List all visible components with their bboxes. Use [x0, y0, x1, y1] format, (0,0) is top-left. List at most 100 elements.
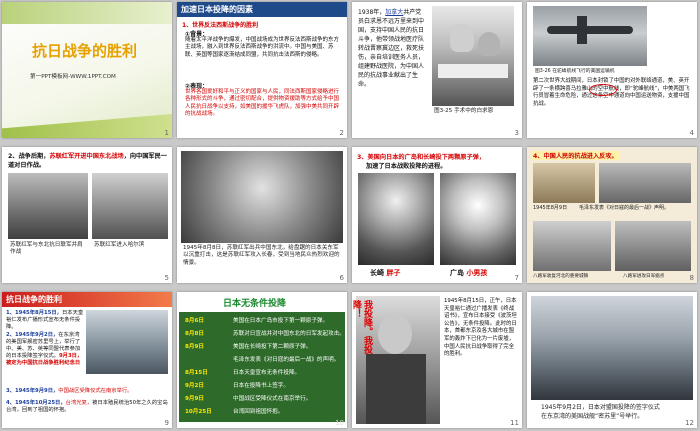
slide-7-heading-2: 加速了日本战败投降的进程。	[366, 163, 447, 170]
slide-6-caption: 1945年8月8日，苏联红军出兵中国东北，给盘踞的日本关东军以沉重打击，这是苏联…	[183, 245, 340, 266]
slide-12-caption-1: 1945年9月2日，日本对盟国投降的签字仪式	[541, 404, 660, 411]
slide-8-caption-3: 八路军收复河北的重要城镇	[533, 274, 589, 279]
slide-number: 3	[514, 129, 519, 137]
item-4-date: 4、1945年10月25日，	[6, 400, 66, 406]
timeline-table: 8月6日 美国在日本广岛市投下第一颗原子弹。 8月8日 苏联对日宣战并对中国东北的日军…	[179, 312, 345, 422]
soldiers-photo-1	[8, 173, 88, 239]
slide-12[interactable]: 1945年9月2日，日本对盟国投降的签字仪式 在东京湾的美国战舰“密苏里”号举行…	[527, 292, 697, 428]
slide-5-heading-red: 苏联红军开进中国东北战场	[49, 153, 124, 160]
slide-number: 12	[685, 419, 694, 427]
army-city-photo	[533, 221, 611, 271]
timeline-date: 8月15日	[185, 370, 208, 376]
slide-9-item-2: 2、1945年9月2日，在东京湾的美国军舰密苏里号上，举行了中、美、苏、英等同盟…	[6, 332, 84, 367]
mushroom-cloud-nagasaki	[358, 173, 434, 265]
timeline-row: 9月2日 日本在投降书上签字。	[181, 381, 345, 391]
slide-number: 7	[514, 274, 519, 282]
surrender-sign: 我投降。我投降！	[352, 300, 372, 354]
mushroom-cloud-hiroshima	[440, 173, 516, 265]
slide-number: 5	[164, 274, 169, 282]
soldiers-photo-2	[92, 173, 168, 239]
slide-4-caption: 图3-26 在驼峰航线飞行的美国运输机	[535, 69, 615, 74]
slide-2[interactable]: 加速日本投降的因素 1、世界反法西斯战争的胜利 ①背景： 随着太平洋战争的爆发，…	[177, 2, 347, 138]
timeline-event: 中国战区受降仪式在南京举行。	[233, 396, 312, 402]
timeline-event: 台湾回到祖国怀抱。	[233, 409, 284, 415]
timeline-event: 毛泽东发表《对日寇的最后一战》的声明。	[233, 357, 340, 363]
nagasaki-name: 长崎	[370, 269, 384, 277]
slide-1[interactable]: 抗日战争的胜利 第一PPT模板网-WWW.1PPT.COM 1	[2, 2, 172, 138]
slide-5-caption-2: 苏联红军进入哈尔滨	[94, 242, 145, 248]
slide-8-date: 1945年8月9日	[533, 205, 568, 211]
timeline-row: 9月9日 中国战区受降仪式在南京举行。	[181, 394, 345, 404]
timeline-row: 8月8日 苏联对日宣战并对中国东北的日军发起攻击。	[181, 329, 345, 339]
timeline-row: 10月25日 台湾回到祖国怀抱。	[181, 407, 345, 417]
crowd-photo	[181, 151, 343, 243]
slide-3-para: 1938年，加拿大共产党员白求恩不远万里来到中国，支持中国人民的抗日斗争，他带领…	[358, 8, 426, 89]
slide-5-heading-a: 2、战争后期，	[8, 153, 50, 160]
slide-4[interactable]: 图3-26 在驼峰航线飞行的美国运输机 第二次世界大战期间，日本封锁了中国的对外…	[527, 2, 697, 138]
airplane-photo	[533, 6, 647, 66]
timeline-date: 10月25日	[185, 409, 212, 415]
timeline-date: 8月8日	[185, 331, 204, 337]
slide-3-caption: 图3-25 手术中的白求恩	[434, 108, 494, 114]
slide-number: 8	[689, 274, 694, 282]
timeline-row: 毛泽东发表《对日寇的最后一战》的声明。	[181, 355, 345, 365]
timeline-event: 日本在投降书上签字。	[233, 383, 289, 389]
newspaper-photo	[533, 163, 595, 203]
slide-2-heading: 1、世界反法西斯战争的胜利	[182, 22, 259, 29]
timeline-date: 9月2日	[185, 383, 204, 389]
slide-number: 10	[335, 419, 344, 427]
slide-5-heading: 2、战争后期，苏联红军开进中国东北战场，向中国军民一道对日作战。	[8, 152, 168, 170]
ceremony-photo	[86, 310, 168, 374]
slide-number: 11	[510, 419, 519, 427]
slide-number: 6	[339, 274, 344, 282]
slide-3[interactable]: 1938年，加拿大共产党员白求恩不远万里来到中国，支持中国人民的抗日斗争，他带领…	[352, 2, 522, 138]
hiroshima-bomb: 小男孩	[466, 269, 488, 277]
timeline-event: 日本天皇宣布无条件投降。	[233, 370, 301, 376]
timeline-row: 8月9日 美国在长崎投下第二颗原子弹。	[181, 342, 345, 352]
army-attack-photo	[615, 221, 691, 271]
slide-1-title: 抗日战争的胜利	[32, 42, 138, 60]
slide-3-name: 加拿大	[385, 9, 404, 16]
hiroshima-label: 广岛 小男孩	[450, 268, 487, 278]
slide-1-banner	[2, 2, 172, 24]
slide-7[interactable]: 3、美国向日本的广岛和长崎投下两颗原子弹， 加速了日本战败投降的进程。 长崎 胖…	[352, 147, 522, 283]
slide-2-para-2: 世界各国爱好和平与正义的国家与人民，同法西斯国家侵略进行各种形式的斗争，通过密切…	[185, 89, 340, 117]
slide-number: 1	[164, 129, 169, 137]
nagasaki-bomb: 胖子	[386, 269, 401, 277]
nagasaki-label: 长崎 胖子	[370, 268, 400, 278]
item-3-date: 3、1945年9月9日，	[6, 388, 59, 394]
slide-8[interactable]: 4、中国人民的抗战进入反攻。 1945年8月9日 毛泽东发表《对日寇的最后一战》…	[527, 147, 697, 283]
timeline-event: 美国在日本广岛市投下第一颗原子弹。	[233, 318, 329, 324]
slide-12-caption-2: 在东京湾的美国战舰“密苏里”号举行。	[541, 413, 644, 420]
slide-number: 2	[339, 129, 344, 137]
slide-6[interactable]: 1945年8月8日，苏联红军出兵中国东北，给盘踞的日本关东军以沉重打击，这是苏联…	[177, 147, 347, 283]
hiroshima-name: 广岛	[450, 269, 464, 277]
slide-8-statement: 毛泽东发表《对日寇的最后一战》声明。	[579, 205, 670, 211]
slide-number: 9	[164, 419, 169, 427]
slide-3-year: 1938年，	[358, 9, 386, 16]
slide-9[interactable]: 抗日战争的胜利 1、1945年8月15日，日本天皇裕仁发布广播形式宣布无条件投降…	[2, 292, 172, 428]
timeline-date: 9月9日	[185, 396, 204, 402]
item-4-red: 台湾光复，	[65, 400, 93, 406]
slide-5-caption-1: 苏联红军与东北抗日联军并肩作战	[10, 242, 83, 255]
slide-5[interactable]: 2、战争后期，苏联红军开进中国东北战场，向中国军民一道对日作战。 苏联红军与东北…	[2, 147, 172, 283]
slide-8-caption-4: 八路军进攻日军据点	[623, 274, 665, 279]
timeline-date: 8月9日	[185, 344, 204, 350]
slide-11[interactable]: 我投降。我投降！ 1945年8月15日，正午，日本天皇裕仁通过广播发表《终战诏书…	[352, 292, 522, 428]
slide-1-subtitle: 第一PPT模板网-WWW.1PPT.COM	[30, 74, 116, 80]
timeline-event: 苏联对日宣战并对中国东北的日军发起攻击。	[233, 331, 345, 337]
slide-3-text: 共产党员白求恩不远万里来到中国，支持中国人民的抗日斗争，他带领战地医疗队转战晋察…	[358, 9, 425, 88]
surgery-photo	[432, 6, 514, 106]
slide-8-heading: 4、中国人民的抗战进入反攻。	[531, 151, 620, 160]
slide-10-title: 日本无条件投降	[223, 299, 287, 309]
timeline-row: 8月6日 美国在日本广岛市投下第一颗原子弹。	[181, 316, 345, 326]
slide-9-item-4: 4、1945年10月25日，台湾光复，被日本殖民统治50年之久的宝岛台湾，回到了…	[6, 400, 168, 414]
highlight-circle	[589, 84, 617, 96]
slide-2-title: 加速日本投降的因素	[181, 5, 253, 14]
timeline-date: 8月6日	[185, 318, 204, 324]
timeline-event: 美国在长崎投下第二颗原子弹。	[233, 344, 312, 350]
slide-10[interactable]: 日本无条件投降 8月6日 美国在日本广岛市投下第一颗原子弹。 8月8日 苏联对日宣战并…	[177, 292, 347, 428]
timeline-row: 8月15日 日本天皇宣布无条件投降。	[181, 368, 345, 378]
item-3-text: 中国战区受降仪式在南京举行。	[58, 388, 133, 394]
slide-number: 4	[689, 129, 694, 137]
